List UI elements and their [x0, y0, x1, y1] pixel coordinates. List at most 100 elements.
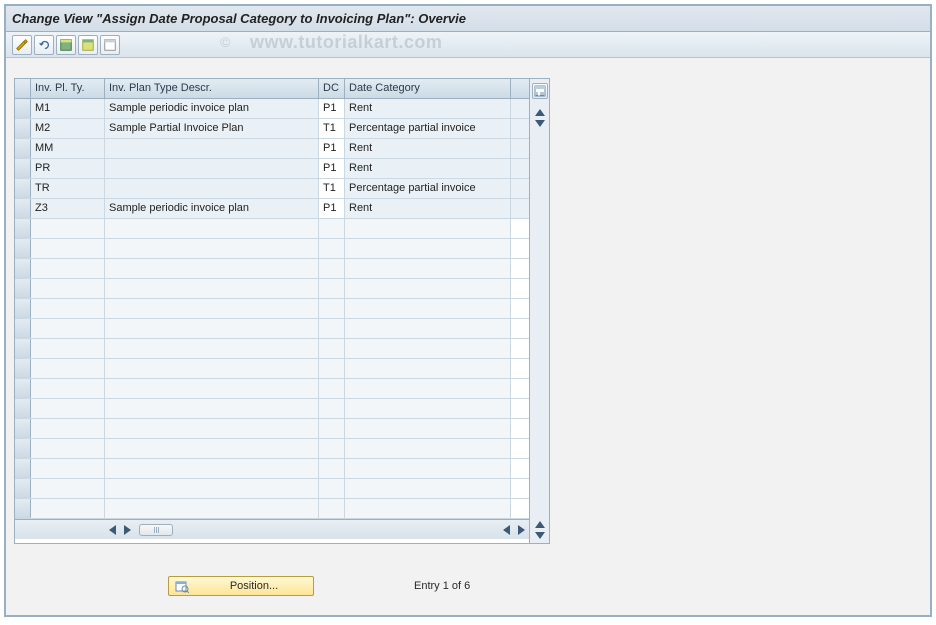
- table-row[interactable]: [15, 439, 529, 459]
- cell-dc[interactable]: [319, 219, 345, 238]
- cell-dc[interactable]: [319, 319, 345, 338]
- table-row[interactable]: [15, 459, 529, 479]
- scroll-up-end-icon[interactable]: [535, 521, 545, 528]
- horizontal-scrollbar[interactable]: [15, 519, 529, 539]
- row-selector[interactable]: [15, 499, 31, 518]
- scroll-left-end-icon[interactable]: [503, 525, 510, 535]
- cell-inv-pl-ty[interactable]: [31, 219, 105, 238]
- row-selector[interactable]: [15, 479, 31, 498]
- position-button[interactable]: Position...: [168, 576, 314, 596]
- hscroll-thumb[interactable]: [139, 524, 173, 536]
- row-selector[interactable]: [15, 319, 31, 338]
- select-all-icon[interactable]: [56, 35, 76, 55]
- column-header-inv-pl-ty[interactable]: Inv. Pl. Ty.: [31, 79, 105, 98]
- cell-inv-pl-ty[interactable]: [31, 499, 105, 518]
- cell-inv-pl-ty[interactable]: TR: [31, 179, 105, 198]
- row-selector[interactable]: [15, 159, 31, 178]
- cell-dc[interactable]: T1: [319, 119, 345, 138]
- cell-dc[interactable]: [319, 379, 345, 398]
- cell-inv-pl-ty[interactable]: [31, 379, 105, 398]
- cell-dc[interactable]: P1: [319, 199, 345, 218]
- cell-dc[interactable]: [319, 479, 345, 498]
- scroll-right-icon[interactable]: [124, 525, 131, 535]
- table-row[interactable]: [15, 319, 529, 339]
- table-row[interactable]: [15, 279, 529, 299]
- cell-dc[interactable]: [319, 259, 345, 278]
- row-selector[interactable]: [15, 179, 31, 198]
- table-row[interactable]: [15, 359, 529, 379]
- row-selector[interactable]: [15, 99, 31, 118]
- cell-inv-pl-ty[interactable]: [31, 479, 105, 498]
- select-block-icon[interactable]: [78, 35, 98, 55]
- cell-dc[interactable]: P1: [319, 139, 345, 158]
- scroll-down-end-icon[interactable]: [535, 532, 545, 539]
- column-header-dc[interactable]: DC: [319, 79, 345, 98]
- cell-inv-pl-ty[interactable]: MM: [31, 139, 105, 158]
- table-row[interactable]: [15, 379, 529, 399]
- cell-dc[interactable]: [319, 339, 345, 358]
- cell-dc[interactable]: [319, 439, 345, 458]
- cell-inv-pl-ty[interactable]: [31, 339, 105, 358]
- cell-inv-pl-ty[interactable]: [31, 319, 105, 338]
- cell-dc[interactable]: [319, 399, 345, 418]
- scroll-up-icon[interactable]: [535, 109, 545, 116]
- table-row[interactable]: [15, 299, 529, 319]
- cell-inv-pl-ty[interactable]: M2: [31, 119, 105, 138]
- table-row[interactable]: [15, 239, 529, 259]
- cell-inv-pl-ty[interactable]: [31, 439, 105, 458]
- cell-inv-pl-ty[interactable]: [31, 399, 105, 418]
- column-header-inv-plan-descr[interactable]: Inv. Plan Type Descr.: [105, 79, 319, 98]
- scroll-left-icon[interactable]: [109, 525, 116, 535]
- cell-dc[interactable]: T1: [319, 179, 345, 198]
- row-selector[interactable]: [15, 299, 31, 318]
- cell-dc[interactable]: [319, 419, 345, 438]
- table-row[interactable]: [15, 219, 529, 239]
- table-row[interactable]: [15, 399, 529, 419]
- row-selector[interactable]: [15, 219, 31, 238]
- deselect-all-icon[interactable]: [100, 35, 120, 55]
- cell-dc[interactable]: [319, 279, 345, 298]
- table-row[interactable]: M1Sample periodic invoice planP1Rent: [15, 99, 529, 119]
- cell-inv-pl-ty[interactable]: [31, 359, 105, 378]
- table-row[interactable]: TRT1Percentage partial invoice: [15, 179, 529, 199]
- table-row[interactable]: [15, 479, 529, 499]
- cell-inv-pl-ty[interactable]: [31, 259, 105, 278]
- cell-dc[interactable]: [319, 299, 345, 318]
- row-selector[interactable]: [15, 399, 31, 418]
- table-row[interactable]: [15, 259, 529, 279]
- cell-inv-pl-ty[interactable]: PR: [31, 159, 105, 178]
- table-row[interactable]: [15, 339, 529, 359]
- cell-dc[interactable]: [319, 239, 345, 258]
- row-selector[interactable]: [15, 439, 31, 458]
- cell-dc[interactable]: P1: [319, 99, 345, 118]
- display-change-icon[interactable]: [12, 35, 32, 55]
- column-header-date-category[interactable]: Date Category: [345, 79, 511, 98]
- cell-inv-pl-ty[interactable]: [31, 279, 105, 298]
- scroll-down-icon[interactable]: [535, 120, 545, 127]
- row-selector[interactable]: [15, 239, 31, 258]
- row-selector[interactable]: [15, 139, 31, 158]
- cell-inv-pl-ty[interactable]: [31, 239, 105, 258]
- cell-dc[interactable]: [319, 359, 345, 378]
- table-row[interactable]: PRP1Rent: [15, 159, 529, 179]
- cell-dc[interactable]: [319, 459, 345, 478]
- row-selector-header[interactable]: [15, 79, 31, 98]
- row-selector[interactable]: [15, 359, 31, 378]
- row-selector[interactable]: [15, 339, 31, 358]
- vertical-scrollbar[interactable]: [529, 79, 549, 543]
- table-row[interactable]: M2Sample Partial Invoice PlanT1Percentag…: [15, 119, 529, 139]
- row-selector[interactable]: [15, 279, 31, 298]
- cell-dc[interactable]: P1: [319, 159, 345, 178]
- cell-inv-pl-ty[interactable]: [31, 419, 105, 438]
- scroll-right-end-icon[interactable]: [518, 525, 525, 535]
- row-selector[interactable]: [15, 119, 31, 138]
- row-selector[interactable]: [15, 459, 31, 478]
- row-selector[interactable]: [15, 259, 31, 278]
- undo-icon[interactable]: [34, 35, 54, 55]
- row-selector[interactable]: [15, 419, 31, 438]
- cell-dc[interactable]: [319, 499, 345, 518]
- table-row[interactable]: Z3Sample periodic invoice planP1Rent: [15, 199, 529, 219]
- table-settings-icon[interactable]: [532, 83, 548, 99]
- cell-inv-pl-ty[interactable]: [31, 299, 105, 318]
- row-selector[interactable]: [15, 379, 31, 398]
